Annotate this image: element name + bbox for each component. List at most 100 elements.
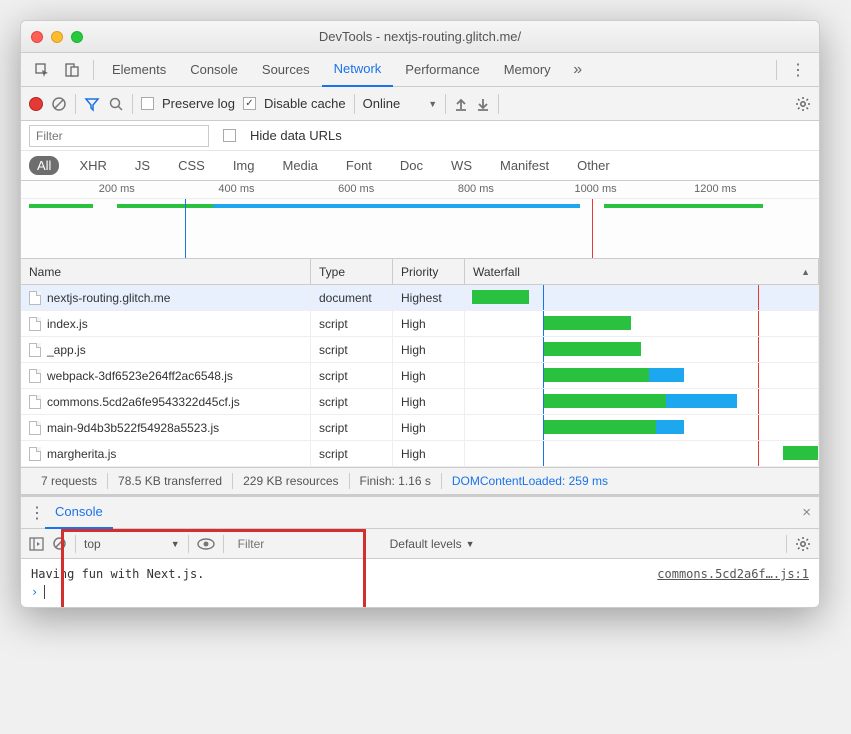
- request-name: nextjs-routing.glitch.me: [47, 291, 170, 305]
- tick-label: 1200 ms: [694, 183, 736, 195]
- console-drawer: ⋮ Console × top▼ Default levels▼: [21, 495, 819, 607]
- request-priority: High: [393, 363, 465, 388]
- tab-sources[interactable]: Sources: [250, 53, 322, 87]
- file-icon: [29, 369, 41, 383]
- clear-icon[interactable]: [51, 96, 67, 112]
- drawer-close-icon[interactable]: ×: [802, 504, 811, 521]
- request-type: script: [311, 389, 393, 414]
- request-priority: Highest: [393, 285, 465, 310]
- type-all[interactable]: All: [29, 156, 59, 175]
- table-row[interactable]: webpack-3df6523e264ff2ac6548.jsscriptHig…: [21, 363, 819, 389]
- status-domcontentloaded: DOMContentLoaded: 259 ms: [442, 474, 618, 488]
- console-source-link[interactable]: commons.5cd2a6f….js:1: [657, 567, 809, 581]
- status-bar: 7 requests 78.5 KB transferred 229 KB re…: [21, 467, 819, 495]
- drawer-kebab-icon[interactable]: ⋮: [29, 503, 45, 523]
- chevron-right-icon: ›: [31, 585, 38, 599]
- inspect-icon[interactable]: [29, 57, 55, 83]
- table-row[interactable]: main-9d4b3b522f54928a5523.jsscriptHigh: [21, 415, 819, 441]
- col-header-name[interactable]: Name: [21, 259, 311, 284]
- filter-row: Hide data URLs: [21, 121, 819, 151]
- file-icon: [29, 447, 41, 461]
- network-toolbar: Preserve log Disable cache Online▼: [21, 87, 819, 121]
- type-media[interactable]: Media: [274, 156, 325, 175]
- drawer-tab-console[interactable]: Console: [45, 497, 113, 529]
- record-button[interactable]: [29, 97, 43, 111]
- preserve-log-checkbox[interactable]: [141, 97, 154, 110]
- console-message: Having fun with Next.js.: [31, 567, 204, 581]
- disable-cache-label: Disable cache: [264, 96, 346, 111]
- preserve-log-label: Preserve log: [162, 96, 235, 111]
- table-row[interactable]: index.js scriptHigh: [21, 311, 819, 337]
- request-name: index.js: [47, 317, 88, 331]
- waterfall-cell: [465, 415, 819, 440]
- sort-triangle-icon: ▲: [801, 267, 810, 277]
- window-title: DevTools - nextjs-routing.glitch.me/: [21, 29, 819, 44]
- type-css[interactable]: CSS: [170, 156, 213, 175]
- console-filter-input[interactable]: [232, 533, 382, 555]
- request-name: commons.5cd2a6fe9543322d45cf.js: [47, 395, 240, 409]
- settings-gear-icon[interactable]: [795, 96, 811, 112]
- waterfall-cell: [465, 389, 819, 414]
- device-toggle-icon[interactable]: [59, 57, 85, 83]
- console-settings-gear-icon[interactable]: [795, 536, 811, 552]
- waterfall-cell: [465, 337, 819, 362]
- live-expression-icon[interactable]: [197, 538, 215, 550]
- tab-network[interactable]: Network: [322, 53, 394, 87]
- type-xhr[interactable]: XHR: [71, 156, 114, 175]
- table-row[interactable]: commons.5cd2a6fe9543322d45cf.js scriptHig…: [21, 389, 819, 415]
- type-manifest[interactable]: Manifest: [492, 156, 557, 175]
- kebab-menu-icon[interactable]: ⋮: [785, 57, 811, 83]
- console-clear-icon[interactable]: [52, 536, 67, 551]
- drawer-tabbar: ⋮ Console ×: [21, 497, 819, 529]
- tick-label: 1000 ms: [574, 183, 616, 195]
- request-priority: High: [393, 311, 465, 336]
- console-sidebar-toggle-icon[interactable]: [29, 537, 44, 551]
- col-header-priority[interactable]: Priority: [393, 259, 465, 284]
- request-type: script: [311, 311, 393, 336]
- type-font[interactable]: Font: [338, 156, 380, 175]
- request-type: script: [311, 441, 393, 466]
- filter-toggle-icon[interactable]: [84, 96, 100, 112]
- hide-data-urls-label: Hide data URLs: [250, 128, 342, 143]
- throttling-select[interactable]: Online▼: [363, 96, 438, 111]
- type-js[interactable]: JS: [127, 156, 158, 175]
- overview-timeline[interactable]: 200 ms 400 ms 600 ms 800 ms 1000 ms 1200…: [21, 181, 819, 259]
- request-priority: High: [393, 389, 465, 414]
- type-other[interactable]: Other: [569, 156, 618, 175]
- tick-label: 200 ms: [99, 183, 135, 195]
- request-priority: High: [393, 337, 465, 362]
- hide-data-urls-checkbox[interactable]: [223, 129, 236, 142]
- devtools-window: DevTools - nextjs-routing.glitch.me/ Ele…: [20, 20, 820, 608]
- filter-input[interactable]: [29, 125, 209, 147]
- col-header-waterfall[interactable]: Waterfall▲: [465, 259, 819, 284]
- request-priority: High: [393, 415, 465, 440]
- console-log-line: Having fun with Next.js. commons.5cd2a6f…: [31, 565, 809, 583]
- waterfall-cell: [465, 441, 819, 466]
- log-levels-select[interactable]: Default levels▼: [390, 537, 475, 551]
- waterfall-cell: [465, 363, 819, 388]
- search-icon[interactable]: [108, 96, 124, 112]
- col-header-type[interactable]: Type: [311, 259, 393, 284]
- type-doc[interactable]: Doc: [392, 156, 431, 175]
- request-name: _app.js: [47, 343, 86, 357]
- type-ws[interactable]: WS: [443, 156, 480, 175]
- download-har-icon[interactable]: [476, 97, 490, 111]
- file-icon: [29, 395, 41, 409]
- request-name: margherita.js: [47, 447, 116, 461]
- table-row[interactable]: nextjs-routing.glitch.me documentHighest: [21, 285, 819, 311]
- tab-console[interactable]: Console: [178, 53, 250, 87]
- request-type: document: [311, 285, 393, 310]
- tab-memory[interactable]: Memory: [492, 53, 563, 87]
- request-priority: High: [393, 441, 465, 466]
- tab-elements[interactable]: Elements: [100, 53, 178, 87]
- type-img[interactable]: Img: [225, 156, 263, 175]
- more-tabs-icon[interactable]: »: [565, 57, 591, 83]
- context-selector[interactable]: top▼: [84, 537, 180, 551]
- table-row[interactable]: _app.jsscriptHigh: [21, 337, 819, 363]
- tab-performance[interactable]: Performance: [393, 53, 491, 87]
- disable-cache-checkbox[interactable]: [243, 97, 256, 110]
- console-prompt[interactable]: ›: [31, 583, 809, 601]
- upload-har-icon[interactable]: [454, 97, 468, 111]
- table-row[interactable]: margherita.js scriptHigh: [21, 441, 819, 467]
- status-transferred: 78.5 KB transferred: [108, 474, 232, 488]
